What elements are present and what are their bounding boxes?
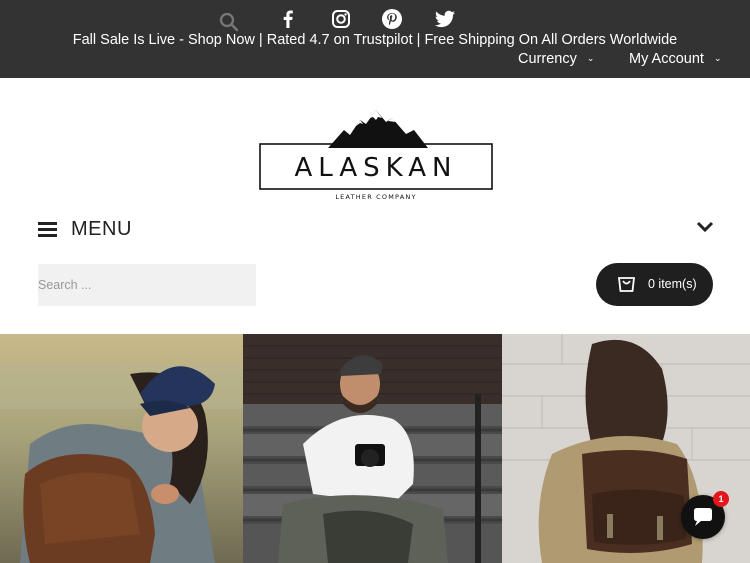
hamburger-icon <box>38 221 57 237</box>
menu-toggle-button[interactable]: MENU <box>38 214 132 244</box>
search-icon[interactable] <box>219 12 239 32</box>
social-links <box>0 7 750 31</box>
hero-image-strip <box>0 334 750 563</box>
chevron-down-icon: ⌄ <box>586 53 595 63</box>
mountain-logo-graphic: ALASKAN LEATHER COMPANY <box>259 110 493 201</box>
chat-bubble-icon <box>694 508 712 526</box>
currency-dropdown[interactable]: Currency ⌄ <box>518 51 594 67</box>
search-button[interactable] <box>210 264 256 306</box>
site-logo[interactable]: ALASKAN LEATHER COMPANY <box>258 108 494 204</box>
facebook-icon <box>283 10 293 28</box>
instagram-icon <box>332 10 350 28</box>
search-input[interactable] <box>38 264 218 306</box>
twitter-link[interactable] <box>433 7 457 31</box>
twitter-icon <box>435 10 455 28</box>
facebook-link[interactable] <box>276 7 300 31</box>
my-account-label: My Account <box>629 51 704 67</box>
top-nav: Currency ⌄ My Account ⌄ <box>0 51 750 71</box>
pinterest-icon <box>382 9 402 29</box>
search-box <box>38 264 256 306</box>
instagram-link[interactable] <box>329 7 353 31</box>
pinterest-link[interactable] <box>380 7 404 31</box>
chat-notification-badge: 1 <box>713 491 729 507</box>
my-account-dropdown[interactable]: My Account ⌄ <box>629 51 722 67</box>
logo-wordmark: ALASKAN <box>295 153 458 183</box>
cart-item-count: 0 item(s) <box>648 277 697 291</box>
chevron-down-icon[interactable] <box>696 220 714 234</box>
shopping-bag-icon <box>618 277 635 292</box>
hero-image-man-camera-stairs[interactable] <box>243 334 502 563</box>
announcement-bar: Fall Sale Is Live - Shop Now | Rated 4.7… <box>0 0 750 78</box>
main-menu-bar: MENU <box>38 214 714 244</box>
chevron-down-icon: ⌄ <box>713 53 722 63</box>
currency-label: Currency <box>518 51 577 67</box>
hero-image-woman-blue-cap-leather-bag[interactable] <box>0 334 243 563</box>
promo-banner-text[interactable]: Fall Sale Is Live - Shop Now | Rated 4.7… <box>0 31 750 49</box>
logo-tagline: LEATHER COMPANY <box>335 193 416 201</box>
menu-label: MENU <box>71 217 132 240</box>
cart-button[interactable]: 0 item(s) <box>596 263 713 306</box>
